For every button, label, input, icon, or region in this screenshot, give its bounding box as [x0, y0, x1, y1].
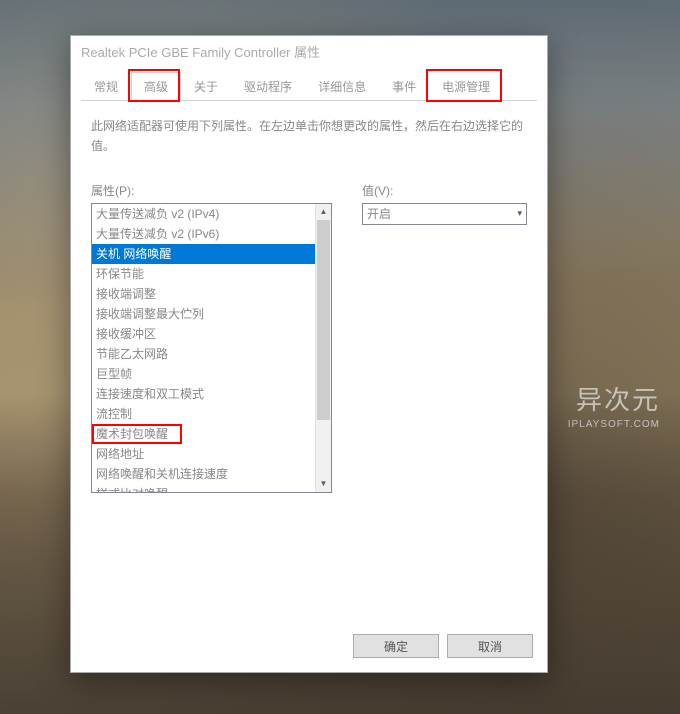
tab-strip: 常规高级关于驱动程序详细信息事件电源管理: [81, 71, 537, 101]
property-item[interactable]: 环保节能: [92, 264, 315, 284]
property-item[interactable]: 关机 网络唤醒: [92, 244, 315, 264]
tab-4[interactable]: 详细信息: [305, 72, 379, 101]
value-label: 值(V):: [362, 182, 527, 199]
property-listbox[interactable]: 大量传送减负 v2 (IPv4)大量传送减负 v2 (IPv6)关机 网络唤醒环…: [91, 203, 332, 493]
scroll-up-icon[interactable]: ▲: [316, 204, 331, 220]
tab-2[interactable]: 关于: [181, 72, 231, 101]
properties-dialog: Realtek PCIe GBE Family Controller 属性 常规…: [70, 35, 548, 673]
ok-button[interactable]: 确定: [353, 634, 439, 658]
property-item[interactable]: 接收端调整最大伫列: [92, 304, 315, 324]
property-item[interactable]: 流控制: [92, 404, 315, 424]
value-dropdown[interactable]: 开启 ▾: [362, 203, 527, 225]
property-item[interactable]: 巨型帧: [92, 364, 315, 384]
property-item[interactable]: 接收缓冲区: [92, 324, 315, 344]
property-label: 属性(P):: [91, 182, 332, 199]
property-item[interactable]: 魔术封包唤醒: [92, 424, 315, 444]
property-item[interactable]: 网络唤醒和关机连接速度: [92, 464, 315, 484]
chevron-down-icon: ▾: [517, 208, 522, 219]
property-item[interactable]: 大量传送减负 v2 (IPv4): [92, 204, 315, 224]
tab-6[interactable]: 电源管理: [429, 72, 503, 101]
tab-1[interactable]: 高级: [131, 72, 181, 101]
property-item[interactable]: 大量传送减负 v2 (IPv6): [92, 224, 315, 244]
listbox-scrollbar[interactable]: ▲ ▼: [315, 204, 331, 492]
property-item[interactable]: 接收端调整: [92, 284, 315, 304]
description-text: 此网络适配器可使用下列属性。在左边单击你想更改的属性，然后在右边选择它的值。: [91, 116, 527, 157]
window-title: Realtek PCIe GBE Family Controller 属性: [81, 42, 320, 61]
tab-0[interactable]: 常规: [81, 72, 131, 101]
tab-3[interactable]: 驱动程序: [231, 72, 305, 101]
cancel-button[interactable]: 取消: [447, 634, 533, 658]
titlebar[interactable]: Realtek PCIe GBE Family Controller 属性: [71, 36, 547, 66]
property-item[interactable]: 网络地址: [92, 444, 315, 464]
property-item[interactable]: 节能乙太网路: [92, 344, 315, 364]
tab-5[interactable]: 事件: [379, 72, 429, 101]
scroll-down-icon[interactable]: ▼: [316, 476, 331, 492]
scroll-thumb[interactable]: [317, 220, 330, 420]
dialog-buttons: 确定 取消: [71, 622, 547, 672]
value-selected: 开启: [367, 205, 391, 222]
tab-content: 此网络适配器可使用下列属性。在左边单击你想更改的属性，然后在右边选择它的值。 属…: [71, 101, 547, 622]
property-item[interactable]: 连接速度和双工模式: [92, 384, 315, 404]
property-item[interactable]: 样式比对唤醒: [92, 484, 315, 492]
